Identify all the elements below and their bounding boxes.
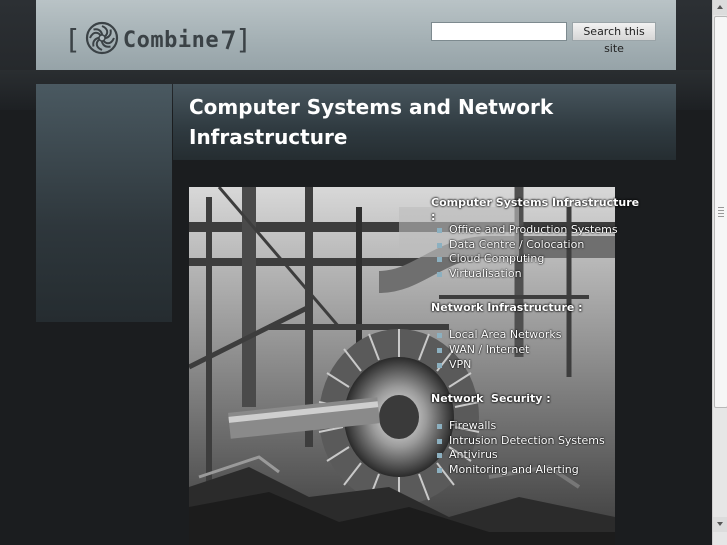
gear-swirl-icon bbox=[85, 21, 119, 59]
arrow-down-icon bbox=[717, 522, 723, 526]
square-bullet-icon bbox=[437, 333, 442, 339]
square-bullet-icon bbox=[437, 257, 442, 263]
square-bullet-icon bbox=[437, 362, 442, 368]
section-title: Computer Systems Infrastructure : bbox=[431, 196, 640, 223]
list-item: Office and Production Systems bbox=[437, 223, 641, 238]
list-item: Intrusion Detection Systems bbox=[437, 434, 641, 449]
title-bar: Computer Systems and Network Infrastruct… bbox=[173, 84, 676, 160]
section-title: Network Security : bbox=[431, 392, 551, 406]
square-bullet-icon bbox=[437, 438, 442, 444]
scrollbar-thumb[interactable] bbox=[714, 16, 727, 408]
vertical-scrollbar[interactable] bbox=[712, 0, 727, 545]
search-input[interactable] bbox=[431, 22, 567, 41]
list-item: Data Centre / Colocation bbox=[437, 238, 641, 253]
page-title: Computer Systems and Network Infrastruct… bbox=[189, 95, 554, 149]
square-bullet-icon bbox=[437, 467, 442, 473]
section-network-infrastructure: Network Infrastructure : Local Area Netw… bbox=[431, 301, 641, 372]
grip-icon bbox=[718, 207, 724, 217]
list-item: Virtualisation bbox=[437, 267, 641, 282]
square-bullet-icon bbox=[437, 228, 442, 233]
list-item: VPN bbox=[437, 358, 641, 373]
site-header: [ Combine ] Search this site bbox=[36, 0, 676, 70]
seven-icon bbox=[220, 28, 236, 52]
left-sidebar bbox=[36, 84, 172, 322]
square-bullet-icon bbox=[437, 424, 442, 430]
square-bullet-icon bbox=[437, 242, 442, 248]
logo-bracket-right: ] bbox=[235, 23, 252, 56]
logo-text: Combine bbox=[122, 27, 220, 53]
scroll-up-button[interactable] bbox=[713, 0, 727, 15]
list-item: Local Area Networks bbox=[437, 328, 641, 343]
logo-bracket-left: [ bbox=[64, 23, 81, 56]
section-title: Network Infrastructure : bbox=[431, 301, 583, 315]
site-logo[interactable]: [ Combine ] bbox=[64, 20, 252, 60]
section-computer-systems: Computer Systems Infrastructure : Office… bbox=[431, 196, 641, 281]
list-item: Antivirus bbox=[437, 448, 641, 463]
arrow-up-icon bbox=[717, 5, 723, 9]
list-item: Cloud Computing bbox=[437, 252, 641, 267]
search-button[interactable]: Search this site bbox=[572, 22, 656, 55]
section-network-security: Network Security : Firewalls Intrusion D… bbox=[431, 392, 641, 477]
square-bullet-icon bbox=[437, 347, 442, 353]
square-bullet-icon bbox=[437, 453, 442, 459]
list-item: Monitoring and Alerting bbox=[437, 463, 641, 478]
list-item: Firewalls bbox=[437, 419, 641, 434]
scroll-down-button[interactable] bbox=[713, 517, 727, 532]
services-list: Computer Systems Infrastructure : Office… bbox=[431, 196, 641, 478]
square-bullet-icon bbox=[437, 271, 442, 277]
list-item: WAN / Internet bbox=[437, 343, 641, 358]
